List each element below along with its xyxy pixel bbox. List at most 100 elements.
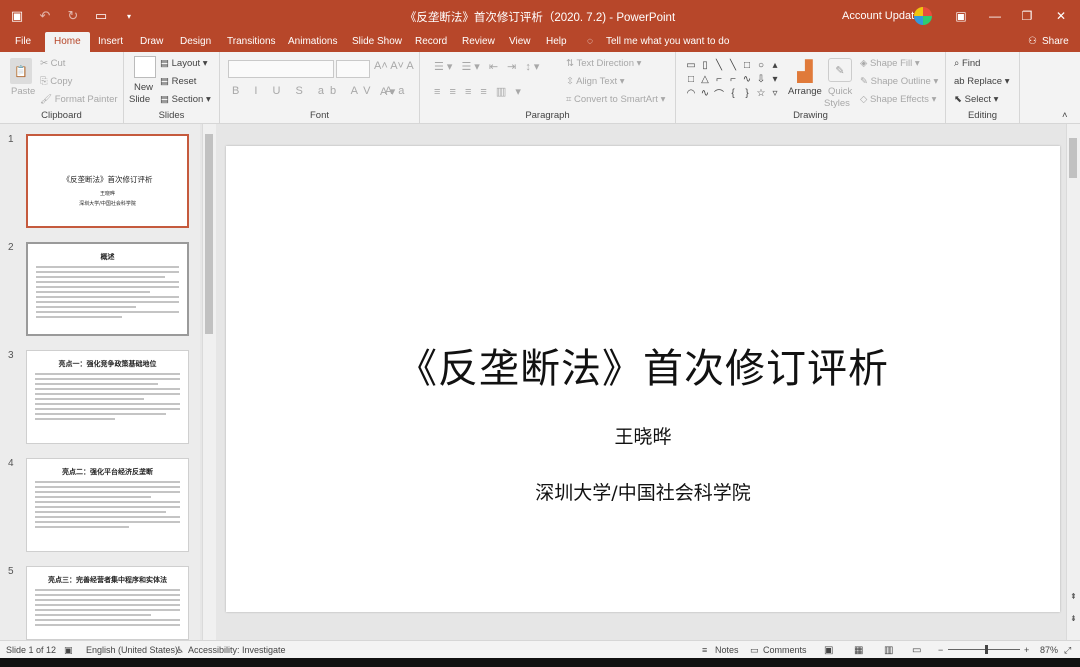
slide-affiliation[interactable]: 深圳大学/中国社会科学院 xyxy=(226,478,1060,505)
shape-brace-icon[interactable]: } xyxy=(740,86,754,100)
tab-view[interactable]: View xyxy=(509,36,531,47)
tab-help[interactable]: Help xyxy=(546,36,567,47)
shape-line-icon[interactable]: ╲ xyxy=(712,58,726,72)
text-direction-button[interactable]: ⇅ Text Direction ▾ xyxy=(566,58,641,69)
shape-line2-icon[interactable]: ╲ xyxy=(726,58,740,72)
reading-view-icon[interactable]: ▥ xyxy=(884,645,893,656)
zoom-slider-handle[interactable] xyxy=(985,645,988,654)
thumbnails-scrollbar[interactable] xyxy=(202,124,216,640)
tab-slide-show[interactable]: Slide Show xyxy=(352,36,402,47)
shape-arc-icon[interactable]: ◠ xyxy=(684,86,698,100)
normal-view-icon[interactable]: ▣ xyxy=(824,645,833,656)
select-button[interactable]: ⬉ Select ▾ xyxy=(954,94,998,105)
quick-styles-label-1[interactable]: Quick xyxy=(828,86,852,97)
shape-arrow-icon[interactable]: ⇩ xyxy=(754,72,768,86)
account-avatar-icon[interactable] xyxy=(914,7,932,25)
tab-record[interactable]: Record xyxy=(415,36,447,47)
convert-smartart-button[interactable]: ⌗ Convert to SmartArt ▾ xyxy=(566,94,665,105)
restore-icon[interactable]: ❐ xyxy=(1016,6,1038,26)
shape-elbow-icon[interactable]: ⌐ xyxy=(712,72,726,86)
shape-up-icon[interactable]: ▴ xyxy=(768,58,782,72)
shape-outline-button[interactable]: ✎ Shape Outline ▾ xyxy=(860,76,938,87)
align-text-button[interactable]: ⇳ Align Text ▾ xyxy=(566,76,625,87)
zoom-in-icon[interactable]: + xyxy=(1024,645,1029,655)
zoom-level[interactable]: 87% xyxy=(1040,645,1058,655)
font-color-icon[interactable]: A ▾ xyxy=(380,85,395,98)
layout-button[interactable]: ▤ Layout ▾ xyxy=(160,58,208,69)
paste-button[interactable]: Paste xyxy=(11,86,35,97)
tab-design[interactable]: Design xyxy=(180,36,211,47)
slide-show-icon[interactable]: ▭ xyxy=(912,645,921,656)
replace-button[interactable]: ab Replace ▾ xyxy=(954,76,1010,87)
language-indicator[interactable]: English (United States) xyxy=(86,645,178,655)
tell-me-search[interactable]: Tell me what you want to do xyxy=(606,36,729,47)
font-size-select[interactable] xyxy=(336,60,370,78)
thumbnails-scrollbar-thumb[interactable] xyxy=(205,134,213,334)
align-buttons[interactable]: ≡ ≡ ≡ ≡ ▥ ▾ xyxy=(434,85,524,98)
share-button[interactable]: Share xyxy=(1042,36,1069,47)
tab-draw[interactable]: Draw xyxy=(140,36,163,47)
quick-styles-icon[interactable]: ✎ xyxy=(828,58,852,82)
reset-button[interactable]: ▤ Reset xyxy=(160,76,196,87)
thumbnail-slide[interactable]: 亮点一：强化竞争政策基础地位 xyxy=(26,350,189,444)
thumbnail-slide[interactable]: 概述 xyxy=(26,242,189,336)
new-slide-label-2[interactable]: Slide xyxy=(129,94,150,105)
cut-button[interactable]: ✂ Cut xyxy=(40,58,65,69)
notes-button[interactable]: Notes xyxy=(715,645,739,655)
shape-textbox-v-icon[interactable]: ▯ xyxy=(698,58,712,72)
slide-sorter-icon[interactable]: ▦ xyxy=(854,645,863,656)
section-button[interactable]: ▤ Section ▾ xyxy=(160,94,211,105)
shape-curve2-icon[interactable]: ⌒ xyxy=(712,86,726,101)
shape-elbow2-icon[interactable]: ⌐ xyxy=(726,72,740,86)
new-slide-icon[interactable] xyxy=(134,56,156,78)
shape-more-icon[interactable]: ▾ xyxy=(768,72,782,86)
shape-triangle-icon[interactable]: △ xyxy=(698,72,712,86)
tab-review[interactable]: Review xyxy=(462,36,495,47)
slide-scrollbar[interactable]: ⇞ ⇟ xyxy=(1066,124,1080,640)
new-slide-label-1[interactable]: New xyxy=(134,82,153,93)
paste-icon[interactable]: 📋 xyxy=(10,58,32,84)
tab-file[interactable]: File xyxy=(15,36,31,47)
shape-star-icon[interactable]: ☆ xyxy=(754,86,768,100)
account-update[interactable]: Account Update xyxy=(842,10,920,22)
shapes-gallery[interactable]: ▭ ▯ ╲ ╲ □ ○ ▴ □ △ ⌐ ⌐ ∿ ⇩ ▾ ◠ ∿ ⌒{} ☆ ▿ xyxy=(684,58,784,101)
list-buttons[interactable]: ☰▾ ☰▾ ⇤ ⇥ ↕▾ xyxy=(434,60,542,73)
arrange-button[interactable]: Arrange xyxy=(788,86,822,97)
shape-bracket-icon[interactable]: { xyxy=(726,86,740,100)
arrange-icon[interactable]: ▟ xyxy=(792,58,818,84)
tab-home[interactable]: Home xyxy=(45,32,90,52)
quick-styles-label-2[interactable]: Styles xyxy=(824,98,850,109)
thumbnail-slide[interactable]: 亮点三：完善经营者集中程序和实体法 xyxy=(26,566,189,640)
shape-oval-icon[interactable]: ○ xyxy=(754,58,768,72)
spelling-check-icon[interactable]: ▣ xyxy=(64,645,73,656)
slide-title[interactable]: 《反垄断法》首次修订评析 xyxy=(226,336,1060,394)
minimize-icon[interactable]: — xyxy=(984,6,1006,26)
slide-scrollbar-thumb[interactable] xyxy=(1069,138,1077,178)
tab-insert[interactable]: Insert xyxy=(98,36,123,47)
shape-gallery-expand-icon[interactable]: ▿ xyxy=(768,86,782,100)
previous-slide-icon[interactable]: ⇞ xyxy=(1070,592,1077,601)
collapse-ribbon-icon[interactable]: ˄ xyxy=(1062,110,1068,121)
font-family-select[interactable] xyxy=(228,60,334,78)
tab-animations[interactable]: Animations xyxy=(288,36,337,47)
zoom-slider[interactable] xyxy=(948,649,1020,650)
copy-button[interactable]: ⎘ Copy xyxy=(40,76,72,87)
ribbon-display-options-icon[interactable]: ▣ xyxy=(950,6,972,26)
font-size-controls[interactable]: A˄ A˅ A xyxy=(374,60,414,72)
shape-textbox-icon[interactable]: ▭ xyxy=(684,58,698,72)
comments-button[interactable]: Comments xyxy=(763,645,807,655)
find-button[interactable]: ⌕ Find xyxy=(954,58,980,69)
close-icon[interactable]: ✕ xyxy=(1050,6,1072,26)
shape-curve-icon[interactable]: ∿ xyxy=(740,72,754,86)
shape-rect2-icon[interactable]: □ xyxy=(684,72,698,86)
next-slide-icon[interactable]: ⇟ xyxy=(1070,614,1077,623)
thumbnail-slide[interactable]: 亮点二：强化平台经济反垄断 xyxy=(26,458,189,552)
slide-canvas[interactable]: 《反垄断法》首次修订评析 王晓晔 深圳大学/中国社会科学院 xyxy=(226,146,1060,612)
tab-transitions[interactable]: Transitions xyxy=(227,36,276,47)
shape-fill-button[interactable]: ◈ Shape Fill ▾ xyxy=(860,58,920,69)
thumbnail-slide[interactable]: 《反垄断法》首次修订评析 王晓晔 深圳大学/中国社会科学院 xyxy=(26,134,189,228)
accessibility-status[interactable]: Accessibility: Investigate xyxy=(188,645,286,655)
format-painter-button[interactable]: 🖌 Format Painter xyxy=(40,94,118,105)
shape-freeform-icon[interactable]: ∿ xyxy=(698,86,712,100)
shape-effects-button[interactable]: ◇ Shape Effects ▾ xyxy=(860,94,936,105)
